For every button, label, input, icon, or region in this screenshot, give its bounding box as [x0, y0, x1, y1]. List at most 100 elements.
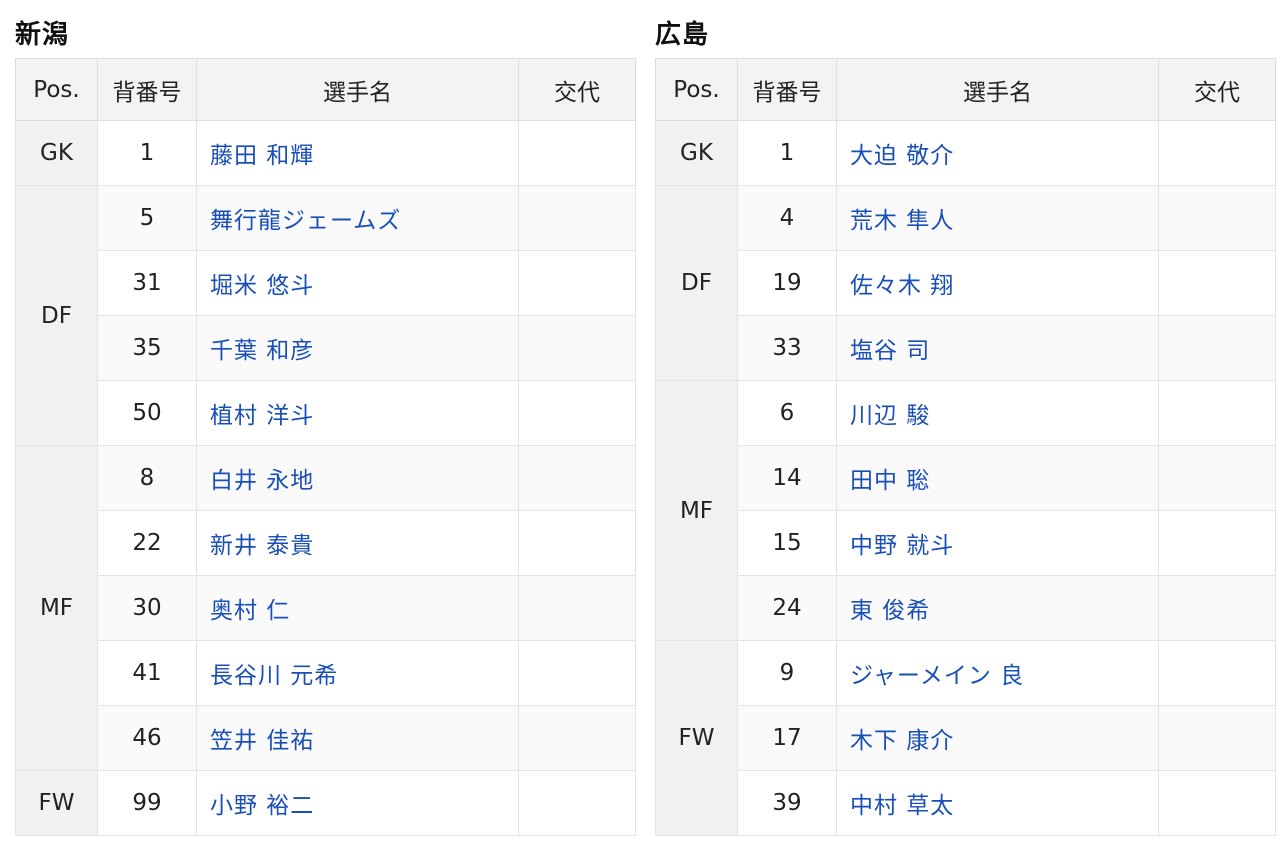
player-link[interactable]: 藤田 和輝 [210, 143, 314, 169]
table-row: 30 奥村 仁 [16, 575, 636, 641]
player-link[interactable]: 佐々木 翔 [850, 273, 954, 299]
table-row: 46 笠井 佳祐 [16, 705, 636, 771]
number-cell: 41 [97, 640, 197, 706]
team-title: 新潟 [15, 20, 70, 50]
number-cell: 14 [737, 445, 837, 511]
number-cell: 8 [97, 445, 197, 511]
number-cell: 99 [97, 770, 197, 836]
position-cell: GK [655, 120, 738, 186]
player-cell: 木下 康介 [836, 705, 1159, 771]
player-cell: 中村 草太 [836, 770, 1159, 836]
team-section-hiroshima: 広島 Pos. 背番号 選手名 交代 GK 1 大迫 敬介 DF 4 荒木 隼人 [655, 0, 1276, 836]
player-link[interactable]: 舞行龍ジェームズ [210, 208, 401, 234]
substitution-cell [1158, 575, 1276, 641]
number-cell: 50 [97, 380, 197, 446]
table-row: DF 4 荒木 隼人 [655, 185, 1276, 381]
player-link[interactable]: 白井 永地 [210, 468, 314, 494]
header-number: 背番号 [737, 58, 837, 121]
player-link[interactable]: 中村 草太 [850, 793, 954, 819]
team-section-niigata: 新潟 Pos. 背番号 選手名 交代 GK 1 藤田 和輝 DF 5 舞行龍ジェ… [15, 0, 636, 836]
player-link[interactable]: 千葉 和彦 [210, 338, 314, 364]
player-link[interactable]: 東 俊希 [850, 598, 930, 624]
number-cell: 17 [737, 705, 837, 771]
player-cell: 荒木 隼人 [836, 185, 1159, 251]
substitution-cell [518, 120, 636, 186]
player-link[interactable]: 荒木 隼人 [850, 208, 954, 234]
header-substitution: 交代 [518, 58, 636, 121]
number-cell: 35 [97, 315, 197, 381]
number-cell: 33 [737, 315, 837, 381]
table-row: MF 8 白井 永地 [15, 445, 636, 771]
table-row: 39 中村 草太 [656, 770, 1276, 836]
number-cell: 31 [97, 250, 197, 316]
player-link[interactable]: 塩谷 司 [850, 338, 930, 364]
player-cell: 小野 裕二 [196, 770, 519, 836]
number-cell: 19 [737, 250, 837, 316]
substitution-cell [1158, 510, 1276, 576]
position-cell: DF [655, 185, 738, 381]
table-row: FW 99 小野 裕二 [15, 770, 636, 836]
player-link[interactable]: 木下 康介 [850, 728, 954, 754]
player-link[interactable]: 川辺 駿 [850, 403, 930, 429]
number-cell: 30 [97, 575, 197, 641]
player-cell: 大迫 敬介 [836, 120, 1159, 186]
table-row: 15 中野 就斗 [656, 510, 1276, 576]
substitution-cell [518, 315, 636, 381]
position-cell: FW [655, 640, 738, 836]
player-link[interactable]: 堀米 悠斗 [210, 273, 314, 299]
header-row: Pos. 背番号 選手名 交代 [655, 58, 1276, 121]
substitution-cell [518, 445, 636, 511]
player-cell: 新井 泰貴 [196, 510, 519, 576]
position-cell: DF [15, 185, 98, 446]
substitution-cell [1158, 770, 1276, 836]
substitution-cell [518, 510, 636, 576]
header-player: 選手名 [196, 58, 519, 121]
player-link[interactable]: 奥村 仁 [210, 598, 290, 624]
player-link[interactable]: 小野 裕二 [210, 793, 314, 819]
player-cell: 白井 永地 [196, 445, 519, 511]
player-link[interactable]: 植村 洋斗 [210, 403, 314, 429]
player-cell: 笠井 佳祐 [196, 705, 519, 771]
position-cell: GK [15, 120, 98, 186]
player-link[interactable]: ジャーメイン 良 [850, 663, 1024, 689]
player-link[interactable]: 長谷川 元希 [210, 663, 338, 689]
player-link[interactable]: 中野 就斗 [850, 533, 954, 559]
table-row: 22 新井 泰貴 [16, 510, 636, 576]
table-row: 19 佐々木 翔 [656, 250, 1276, 316]
number-cell: 46 [97, 705, 197, 771]
substitution-cell [1158, 445, 1276, 511]
substitution-cell [1158, 185, 1276, 251]
substitution-cell [518, 250, 636, 316]
player-cell: 東 俊希 [836, 575, 1159, 641]
position-cell: FW [15, 770, 98, 836]
table-row: 24 東 俊希 [656, 575, 1276, 641]
header-pos: Pos. [15, 58, 98, 121]
position-cell: MF [15, 445, 98, 771]
table-row: 35 千葉 和彦 [16, 315, 636, 381]
player-cell: 田中 聡 [836, 445, 1159, 511]
substitution-cell [1158, 705, 1276, 771]
number-cell: 6 [737, 380, 837, 446]
player-link[interactable]: 田中 聡 [850, 468, 930, 494]
player-link[interactable]: 笠井 佳祐 [210, 728, 314, 754]
substitution-cell [518, 575, 636, 641]
substitution-cell [518, 380, 636, 446]
substitution-cell [1158, 120, 1276, 186]
substitution-cell [518, 640, 636, 706]
number-cell: 22 [97, 510, 197, 576]
player-cell: 川辺 駿 [836, 380, 1159, 446]
number-cell: 1 [737, 120, 837, 186]
substitution-cell [518, 770, 636, 836]
player-cell: ジャーメイン 良 [836, 640, 1159, 706]
number-cell: 9 [737, 640, 837, 706]
substitution-cell [1158, 380, 1276, 446]
header-row: Pos. 背番号 選手名 交代 [15, 58, 636, 121]
player-link[interactable]: 大迫 敬介 [850, 143, 954, 169]
player-cell: 舞行龍ジェームズ [196, 185, 519, 251]
player-link[interactable]: 新井 泰貴 [210, 533, 314, 559]
table-row: 50 植村 洋斗 [16, 380, 636, 446]
player-cell: 中野 就斗 [836, 510, 1159, 576]
table-row: MF 6 川辺 駿 [655, 380, 1276, 641]
number-cell: 5 [97, 185, 197, 251]
table-row: 31 堀米 悠斗 [16, 250, 636, 316]
